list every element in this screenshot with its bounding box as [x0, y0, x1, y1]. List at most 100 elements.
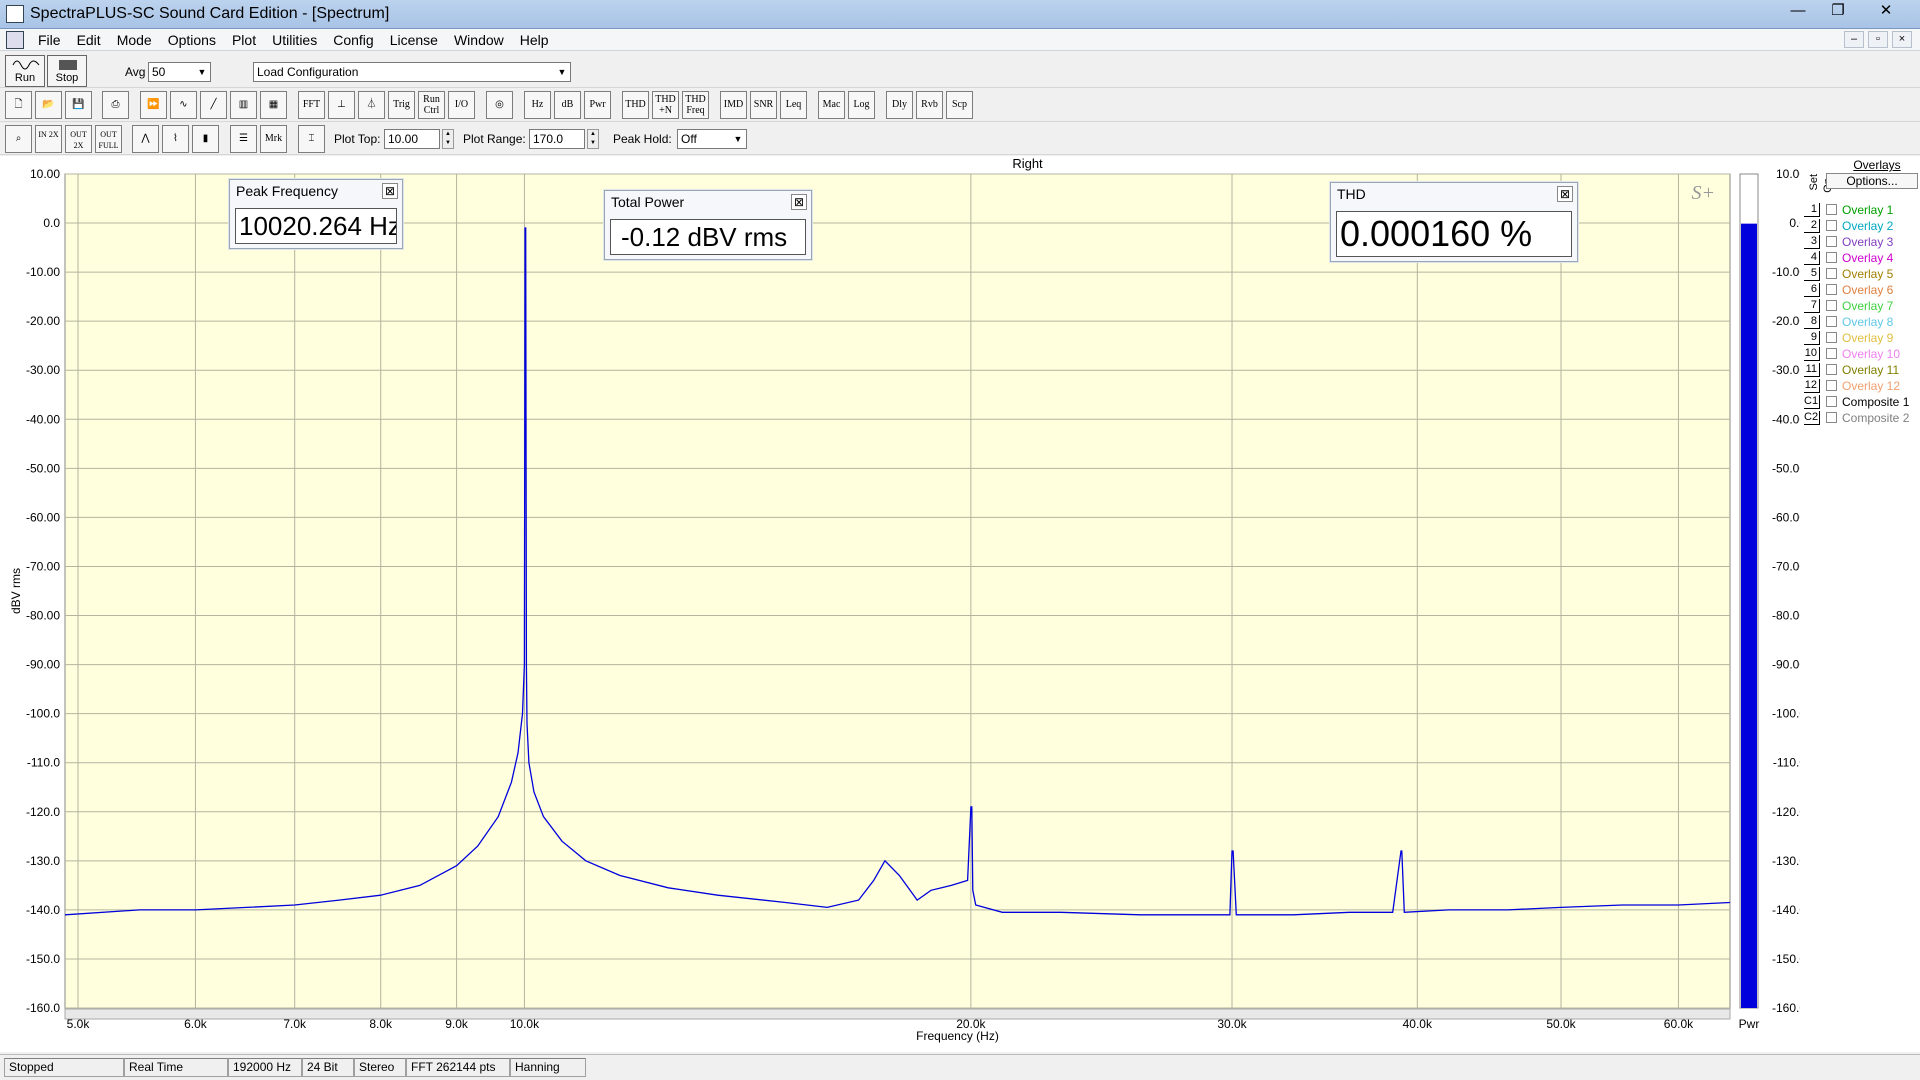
overlay-row[interactable]: 2 Overlay 2	[1800, 219, 1920, 234]
overlay-row[interactable]: 9 Overlay 9	[1800, 331, 1920, 346]
spectrum-mode-icon[interactable]: ∿	[170, 91, 197, 119]
mdi-restore-button[interactable]: ▫	[1868, 31, 1888, 48]
print-icon[interactable]: ⎙	[102, 91, 129, 119]
open-folder-icon[interactable]: 📂	[35, 91, 62, 119]
close-button[interactable]: ✕	[1858, 0, 1914, 24]
menu-mode[interactable]: Mode	[109, 32, 160, 48]
overlay-on-checkbox[interactable]	[1826, 348, 1837, 359]
leq-button[interactable]: Leq	[780, 91, 807, 119]
zoom-icon[interactable]: ⌕	[5, 125, 32, 153]
zoom-in-button[interactable]: IN 2X	[35, 125, 62, 153]
menu-options[interactable]: Options	[160, 32, 224, 48]
overlay-set-number[interactable]: 7	[1804, 299, 1820, 313]
overlay-on-checkbox[interactable]	[1826, 316, 1837, 327]
overlay-set-number[interactable]: 1	[1804, 203, 1820, 217]
new-file-icon[interactable]: 🗋	[5, 91, 32, 119]
spectrum-chart[interactable]: Right 10.00 0.0 -10.00 -20.00 -30.00 -40.00 -50…	[0, 156, 1800, 1052]
peak-hold-select[interactable]: Off ▼	[677, 129, 747, 149]
fast-forward-icon[interactable]: ⏩	[140, 91, 167, 119]
stop-button[interactable]: Stop	[47, 55, 87, 87]
menu-utilities[interactable]: Utilities	[264, 32, 325, 48]
cursor-icon[interactable]: ⌶	[298, 125, 325, 153]
overlay-on-checkbox[interactable]	[1826, 412, 1837, 423]
overlay-on-checkbox[interactable]	[1826, 252, 1837, 263]
plot-range-input[interactable]: 170.0	[529, 129, 585, 149]
bar-plot-icon[interactable]: ▮	[192, 125, 219, 153]
zoom-out-button[interactable]: OUT 2X	[65, 125, 92, 153]
db-button[interactable]: dB	[554, 91, 581, 119]
mrk-button[interactable]: Mrk	[260, 125, 287, 153]
menu-config[interactable]: Config	[325, 32, 381, 48]
mac-button[interactable]: Mac	[818, 91, 845, 119]
overlay-on-checkbox[interactable]	[1826, 332, 1837, 343]
run-ctrl-button[interactable]: Run Ctrl	[418, 91, 445, 119]
overlay-on-checkbox[interactable]	[1826, 364, 1837, 375]
minimize-button[interactable]: —	[1778, 0, 1818, 24]
plot-top-input[interactable]: 10.00	[384, 129, 440, 149]
total-power-window[interactable]: Total Power ⊠ -0.12 dBV rms	[604, 190, 812, 260]
close-icon[interactable]: ⊠	[1557, 186, 1573, 202]
config-select[interactable]: Load Configuration ▼	[253, 62, 571, 82]
overlay-row[interactable]: 3 Overlay 3	[1800, 235, 1920, 250]
overlay-on-checkbox[interactable]	[1826, 300, 1837, 311]
overlay-set-number[interactable]: 11	[1804, 363, 1820, 377]
trig-button[interactable]: Trig	[388, 91, 415, 119]
overlay-on-checkbox[interactable]	[1826, 220, 1837, 231]
overlay-set-number[interactable]: 10	[1804, 347, 1820, 361]
peak-frequency-window[interactable]: Peak Frequency ⊠ 10020.264 Hz	[229, 179, 403, 249]
plot-range-spinner[interactable]: ▲ ▼	[587, 129, 599, 149]
overlay-row[interactable]: 8 Overlay 8	[1800, 315, 1920, 330]
overlay-row[interactable]: C1 Composite 1	[1800, 395, 1920, 410]
zoom-full-button[interactable]: OUT FULL	[95, 125, 122, 153]
overlay-set-number[interactable]: C1	[1804, 395, 1820, 409]
overlay-set-number[interactable]: 12	[1804, 379, 1820, 393]
app-icon[interactable]	[6, 5, 24, 23]
menu-license[interactable]: License	[382, 32, 446, 48]
menu-help[interactable]: Help	[512, 32, 557, 48]
time-mode-icon[interactable]: ╱	[200, 91, 227, 119]
dly-button[interactable]: Dly	[886, 91, 913, 119]
overlay-row[interactable]: 12 Overlay 12	[1800, 379, 1920, 394]
overlay-options-button[interactable]: Options...	[1826, 173, 1918, 189]
hz-button[interactable]: Hz	[524, 91, 551, 119]
thd-n-button[interactable]: THD +N	[652, 91, 679, 119]
3d-surface-icon[interactable]: ▦	[260, 91, 287, 119]
menu-edit[interactable]: Edit	[69, 32, 109, 48]
overlay-row[interactable]: 10 Overlay 10	[1800, 347, 1920, 362]
menu-plot[interactable]: Plot	[224, 32, 264, 48]
overlay-row[interactable]: 5 Overlay 5	[1800, 267, 1920, 282]
overlay-row[interactable]: 11 Overlay 11	[1800, 363, 1920, 378]
signal-generator-icon[interactable]: ◎	[486, 91, 513, 119]
overlay-on-checkbox[interactable]	[1826, 380, 1837, 391]
mdi-close-button[interactable]: ×	[1892, 31, 1912, 48]
menu-window[interactable]: Window	[446, 32, 512, 48]
scp-button[interactable]: Scp	[946, 91, 973, 119]
overlay-set-number[interactable]: 5	[1804, 267, 1820, 281]
line-plot-icon[interactable]: ⌇	[162, 125, 189, 153]
overlay-set-number[interactable]: 3	[1804, 235, 1820, 249]
close-icon[interactable]: ⊠	[791, 194, 807, 210]
save-icon[interactable]: 💾	[65, 91, 92, 119]
close-icon[interactable]: ⊠	[382, 183, 398, 199]
overlay-row[interactable]: 1 Overlay 1	[1800, 203, 1920, 218]
axis-icon[interactable]: ⊥	[328, 91, 355, 119]
peak-icon[interactable]: ⋀	[132, 125, 159, 153]
overlay-on-checkbox[interactable]	[1826, 236, 1837, 247]
overlay-set-number[interactable]: 2	[1804, 219, 1820, 233]
log-button[interactable]: Log	[848, 91, 875, 119]
thd-freq-button[interactable]: THD Freq	[682, 91, 709, 119]
mdi-minimize-button[interactable]: –	[1844, 31, 1864, 48]
overlay-row[interactable]: 4 Overlay 4	[1800, 251, 1920, 266]
overlay-on-checkbox[interactable]	[1826, 396, 1837, 407]
document-icon[interactable]	[6, 30, 24, 49]
overlay-set-number[interactable]: 8	[1804, 315, 1820, 329]
avg-select[interactable]: 50 ▼	[148, 62, 211, 82]
overlay-set-number[interactable]: 9	[1804, 331, 1820, 345]
overlay-on-checkbox[interactable]	[1826, 204, 1837, 215]
weighting-icon[interactable]: ⏃	[358, 91, 385, 119]
overlay-set-number[interactable]: 6	[1804, 283, 1820, 297]
overlay-row[interactable]: C2 Composite 2	[1800, 411, 1920, 426]
snr-button[interactable]: SNR	[750, 91, 777, 119]
pwr-button[interactable]: Pwr	[584, 91, 611, 119]
maximize-button[interactable]: ❐	[1818, 0, 1858, 24]
